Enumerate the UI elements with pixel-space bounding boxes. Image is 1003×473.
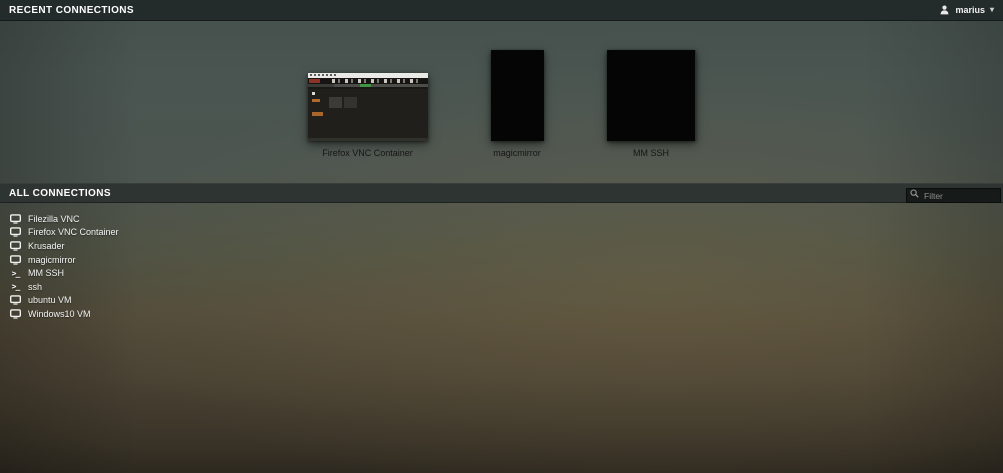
desktop-icon xyxy=(10,241,21,251)
desktop-icon xyxy=(10,295,21,305)
all-connections-title: ALL CONNECTIONS xyxy=(9,188,111,199)
connection-thumbnail xyxy=(308,73,428,141)
filter-input[interactable] xyxy=(906,188,1001,203)
connection-name: Windows10 VM xyxy=(28,309,91,319)
terminal-icon: >_ xyxy=(10,282,21,291)
connection-row[interactable]: >_ ssh xyxy=(0,280,1003,294)
connection-name: magicmirror xyxy=(28,255,76,265)
connection-thumbnail xyxy=(607,50,696,141)
desktop-icon xyxy=(10,255,21,265)
recent-connection[interactable]: MM SSH xyxy=(607,50,696,159)
user-icon xyxy=(939,5,950,15)
recent-connection-label: Firefox VNC Container xyxy=(322,148,413,159)
top-bar: RECENT CONNECTIONS marius ▾ xyxy=(0,0,1003,21)
terminal-icon: >_ xyxy=(10,269,21,278)
connection-row[interactable]: ubuntu VM xyxy=(0,294,1003,308)
filter-field-wrap xyxy=(906,186,1001,201)
guacamole-home-screen: RECENT CONNECTIONS marius ▾ xyxy=(0,0,1003,473)
recent-connections-row: Firefox VNC Container xyxy=(0,50,1003,159)
connection-row[interactable]: Windows10 VM xyxy=(0,307,1003,321)
connection-name: Filezilla VNC xyxy=(28,214,80,224)
username-label: marius xyxy=(955,5,985,15)
recent-connection[interactable]: Firefox VNC Container xyxy=(308,73,428,159)
user-menu-button[interactable]: marius ▾ xyxy=(939,5,994,15)
recent-connection[interactable]: magicmirror xyxy=(491,50,544,159)
connection-name: ubuntu VM xyxy=(28,295,72,305)
connection-thumbnail xyxy=(491,50,544,141)
all-connections-bar: ALL CONNECTIONS xyxy=(0,183,1003,203)
connection-row[interactable]: magicmirror xyxy=(0,253,1003,267)
connection-name: Firefox VNC Container xyxy=(28,227,119,237)
connection-row[interactable]: Filezilla VNC xyxy=(0,212,1003,226)
recent-connection-label: MM SSH xyxy=(633,148,669,159)
connection-name: MM SSH xyxy=(28,268,64,278)
thumbnail-screenshot-detail xyxy=(308,73,428,141)
connection-name: Krusader xyxy=(28,241,65,251)
connection-row[interactable]: Firefox VNC Container xyxy=(0,226,1003,240)
caret-down-icon: ▾ xyxy=(990,6,994,14)
connection-row[interactable]: >_ MM SSH xyxy=(0,266,1003,280)
connection-row[interactable]: Krusader xyxy=(0,239,1003,253)
connection-name: ssh xyxy=(28,282,42,292)
desktop-icon xyxy=(10,309,21,319)
desktop-icon xyxy=(10,227,21,237)
recent-connection-label: magicmirror xyxy=(493,148,541,159)
recent-connections-title: RECENT CONNECTIONS xyxy=(9,5,134,16)
connection-list: Filezilla VNC Firefox VNC Container xyxy=(0,212,1003,321)
desktop-icon xyxy=(10,214,21,224)
